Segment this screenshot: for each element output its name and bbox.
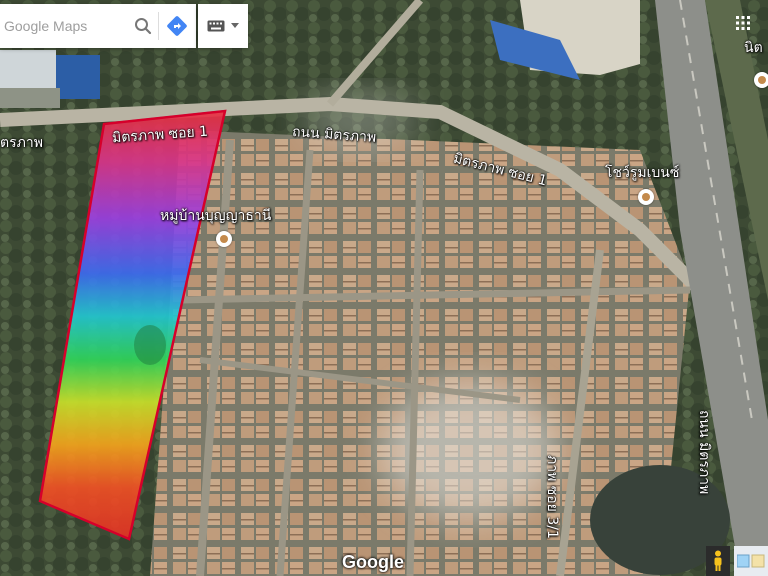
highway-label: ถนน มิตรภาพ xyxy=(696,410,712,495)
showroom-place-icon[interactable] xyxy=(638,189,654,205)
map-imagery xyxy=(0,0,768,576)
directions-icon xyxy=(167,16,188,36)
google-logo: Google xyxy=(342,552,404,572)
road-label-left: ตรภาพ xyxy=(0,135,43,151)
street-view-pegman[interactable] xyxy=(706,546,730,576)
map-type-toggle[interactable] xyxy=(734,546,768,576)
search-icon xyxy=(134,18,151,35)
map-thumbnail-icon xyxy=(737,554,765,568)
apps-grid-icon xyxy=(736,16,750,30)
search-input[interactable] xyxy=(0,5,128,47)
pegman-icon xyxy=(714,550,722,571)
search-button[interactable] xyxy=(128,6,158,46)
keyboard-icon xyxy=(207,20,225,32)
apps-button[interactable] xyxy=(718,0,768,52)
village-label: หมู่บ้านบุญญาธานี xyxy=(160,208,272,224)
corner-place-icon[interactable] xyxy=(754,72,768,88)
chevron-down-icon xyxy=(231,23,239,28)
soi-label-bottom: ภาพ ซอย 3/1 xyxy=(544,455,560,539)
directions-button[interactable] xyxy=(159,6,196,46)
input-tools-button[interactable] xyxy=(198,4,248,48)
village-place-icon[interactable] xyxy=(216,231,232,247)
satellite-map[interactable]: ตรภาพ มิตรภาพ ซอย 1 ถนน มิตรภาพ หมู่บ้าน… xyxy=(0,0,768,576)
showroom-label: โชว์รูมเบนซ์ xyxy=(605,165,680,181)
search-box xyxy=(0,4,196,48)
